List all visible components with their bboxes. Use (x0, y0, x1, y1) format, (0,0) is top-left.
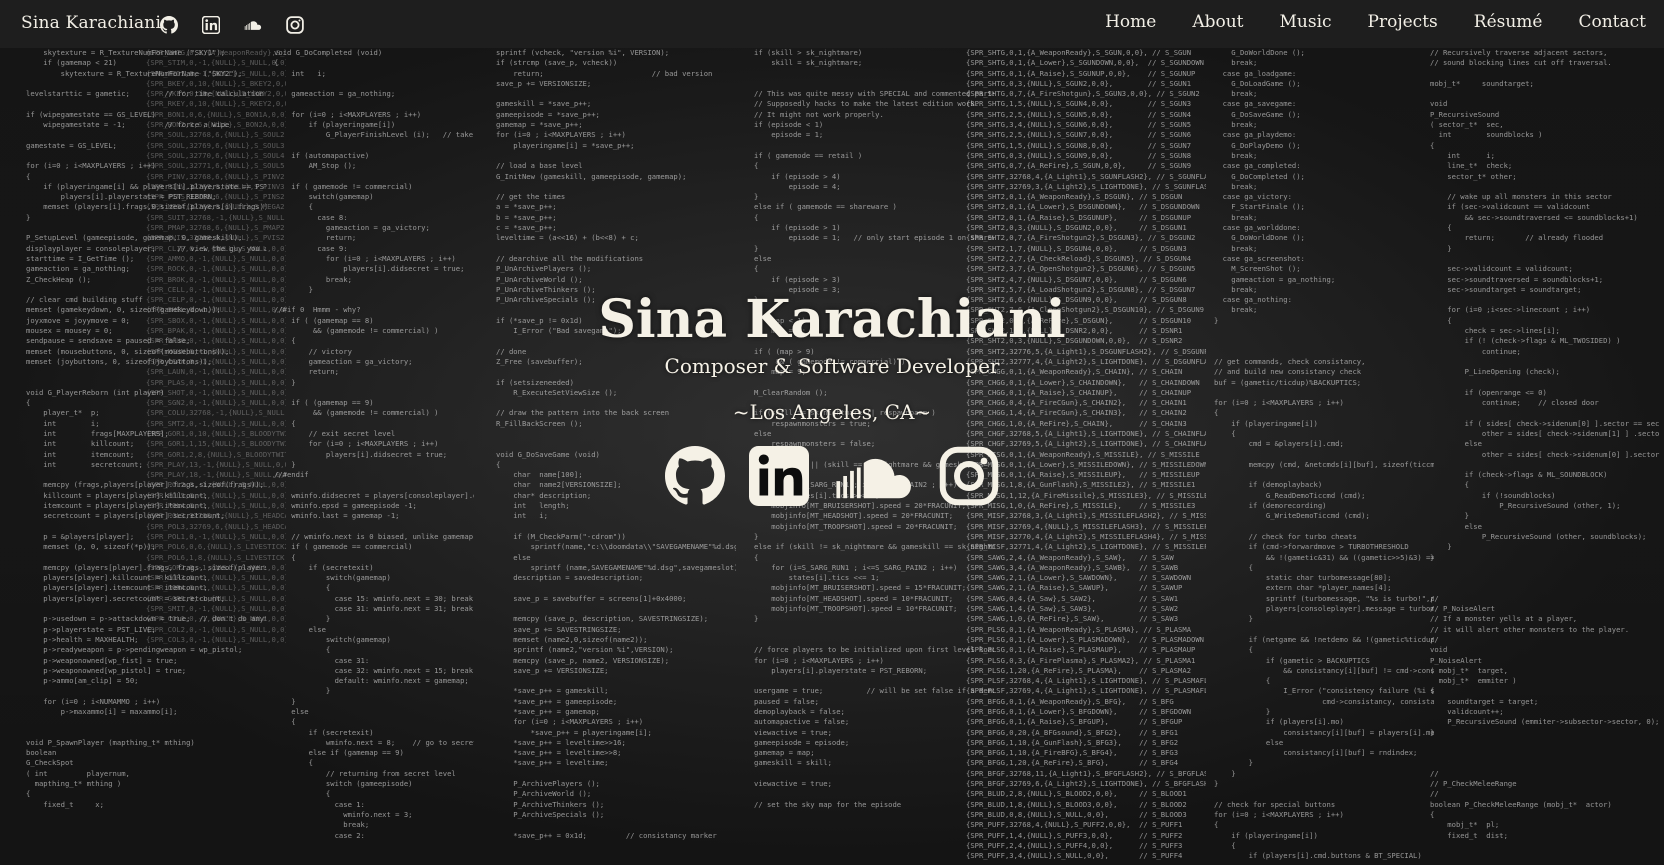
hero-social-links (0, 446, 1664, 506)
site-brand-link[interactable]: Sina Karachiani (21, 13, 161, 33)
hero-title: Sina Karachiani (598, 288, 1066, 350)
soundcloud-icon[interactable] (242, 14, 264, 36)
github-icon[interactable] (665, 446, 725, 506)
menu-resume[interactable]: Résumé (1474, 12, 1543, 32)
soundcloud-icon[interactable] (833, 446, 915, 506)
social-links (158, 14, 326, 36)
navbar: Sina Karachiani Home About Music Project… (0, 0, 1664, 48)
menu-home[interactable]: Home (1105, 12, 1156, 32)
main-menu: Home About Music Projects Résumé Contact (1069, 12, 1646, 32)
github-icon[interactable] (158, 14, 180, 36)
instagram-icon[interactable] (284, 14, 306, 36)
linkedin-icon[interactable] (749, 446, 809, 506)
linkedin-icon[interactable] (200, 14, 222, 36)
instagram-icon[interactable] (939, 446, 999, 506)
menu-about[interactable]: About (1192, 12, 1243, 32)
hero-location: ~Los Angeles, CA~ (732, 400, 932, 424)
menu-contact[interactable]: Contact (1578, 12, 1646, 32)
hero-subtitle: Composer & Software Developer (664, 354, 1000, 378)
code-background: skytexture = R_TextureNumForName ("SKY1"… (0, 0, 1664, 865)
menu-projects[interactable]: Projects (1368, 12, 1438, 32)
menu-music[interactable]: Music (1280, 12, 1332, 32)
